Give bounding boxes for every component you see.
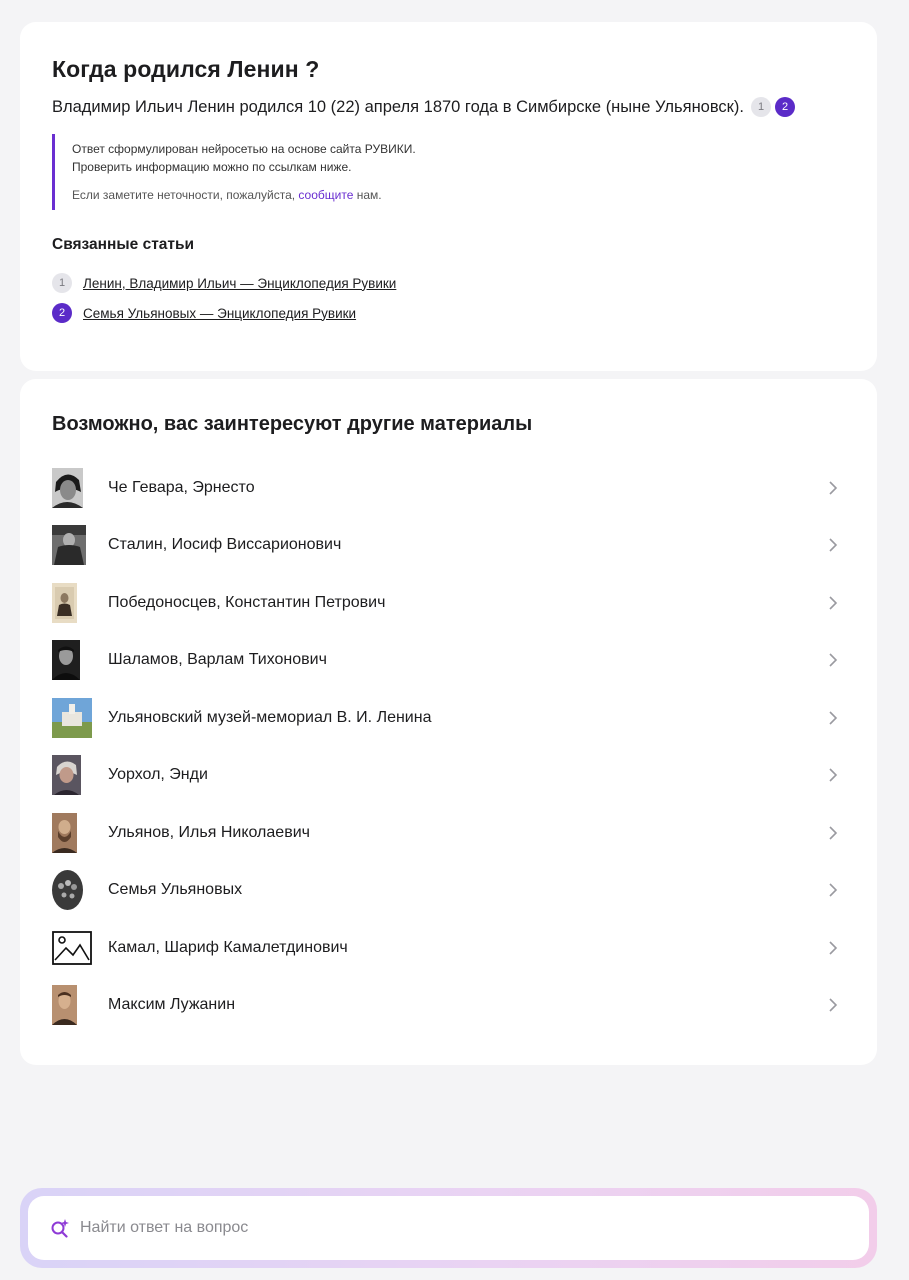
item-label: Шаламов, Варлам Тихонович bbox=[108, 651, 327, 669]
disclaimer-report: Если заметите неточности, пожалуйста, со… bbox=[72, 186, 845, 204]
related-articles-title: Связанные статьи bbox=[52, 236, 195, 253]
item-label: Ульяновский музей-мемориал В. И. Ленина bbox=[108, 708, 432, 726]
answer-card: Когда родился Ленин ? Владимир Ильич Лен… bbox=[20, 22, 877, 371]
ref-badge-2[interactable]: 2 bbox=[775, 97, 795, 117]
item-label: Уорхол, Энди bbox=[108, 766, 208, 784]
chevron-right-icon bbox=[829, 538, 838, 552]
disclaimer-line-2: Проверить информацию можно по ссылкам ни… bbox=[72, 160, 352, 174]
ai-search-icon bbox=[51, 1219, 69, 1238]
more-materials-list: Че Гевара, Эрнесто Сталин, Иосиф Виссари… bbox=[52, 459, 845, 1034]
chevron-right-icon bbox=[829, 883, 838, 897]
list-item[interactable]: Ульянов, Илья Николаевич bbox=[52, 804, 845, 862]
list-item[interactable]: Победоносцев, Константин Петрович bbox=[52, 574, 845, 632]
chevron-right-icon bbox=[829, 768, 838, 782]
item-label: Победоносцев, Константин Петрович bbox=[108, 593, 386, 611]
image-placeholder-icon bbox=[52, 928, 92, 968]
item-label: Семья Ульяновых bbox=[108, 881, 243, 899]
report-suffix: нам. bbox=[353, 188, 382, 202]
list-item[interactable]: Уорхол, Энди bbox=[52, 747, 845, 805]
chevron-right-icon bbox=[829, 941, 838, 955]
item-label: Камал, Шариф Камалетдинович bbox=[108, 938, 348, 956]
related-link-1[interactable]: Ленин, Владимир Ильич — Энциклопедия Рув… bbox=[83, 276, 396, 291]
building-thumbnail bbox=[52, 697, 92, 738]
more-materials-card: Возможно, вас заинтересуют другие матери… bbox=[20, 379, 877, 1065]
list-item[interactable]: Шаламов, Варлам Тихонович bbox=[52, 632, 845, 690]
chevron-right-icon bbox=[829, 481, 838, 495]
item-label: Сталин, Иосиф Виссарионович bbox=[108, 536, 342, 554]
portrait-thumbnail bbox=[52, 525, 92, 566]
chevron-right-icon bbox=[829, 596, 838, 610]
item-label: Максим Лужанин bbox=[108, 996, 236, 1014]
family-photo-thumbnail bbox=[52, 870, 92, 911]
list-item[interactable]: Ульяновский музей-мемориал В. И. Ленина bbox=[52, 689, 845, 747]
chevron-right-icon bbox=[829, 711, 838, 725]
search-box[interactable] bbox=[28, 1196, 869, 1260]
chevron-right-icon bbox=[829, 826, 838, 840]
related-articles-list: 1 Ленин, Владимир Ильич — Энциклопедия Р… bbox=[52, 268, 845, 328]
answer-text: Владимир Ильич Ленин родился 10 (22) апр… bbox=[52, 98, 744, 116]
chevron-right-icon bbox=[829, 998, 838, 1012]
ai-disclaimer: Ответ сформулирован нейросетью на основе… bbox=[52, 134, 845, 210]
report-link[interactable]: сообщите bbox=[298, 188, 353, 202]
item-label: Че Гевара, Эрнесто bbox=[108, 478, 255, 496]
portrait-thumbnail bbox=[52, 467, 92, 508]
list-item[interactable]: Максим Лужанин bbox=[52, 977, 845, 1035]
related-num-2: 2 bbox=[52, 303, 72, 323]
portrait-thumbnail bbox=[52, 582, 92, 623]
question-title: Когда родился Ленин ? bbox=[52, 56, 320, 82]
related-link-2[interactable]: Семья Ульяновых — Энциклопедия Рувики bbox=[83, 306, 356, 321]
list-item[interactable]: Семья Ульяновых bbox=[52, 862, 845, 920]
report-prefix: Если заметите неточности, пожалуйста, bbox=[72, 188, 299, 202]
related-item: 1 Ленин, Владимир Ильич — Энциклопедия Р… bbox=[52, 268, 845, 298]
item-label: Ульянов, Илья Николаевич bbox=[108, 823, 310, 841]
search-bar bbox=[20, 1188, 877, 1268]
related-num-1: 1 bbox=[52, 273, 72, 293]
disclaimer-line-1: Ответ сформулирован нейросетью на основе… bbox=[72, 142, 416, 156]
related-item: 2 Семья Ульяновых — Энциклопедия Рувики bbox=[52, 298, 845, 328]
list-item[interactable]: Сталин, Иосиф Виссарионович bbox=[52, 517, 845, 575]
portrait-thumbnail bbox=[52, 755, 92, 796]
portrait-thumbnail bbox=[52, 812, 92, 853]
list-item[interactable]: Камал, Шариф Камалетдинович bbox=[52, 919, 845, 977]
chevron-right-icon bbox=[829, 653, 838, 667]
ref-badge-1[interactable]: 1 bbox=[751, 97, 771, 117]
portrait-thumbnail bbox=[52, 985, 92, 1026]
more-materials-title: Возможно, вас заинтересуют другие матери… bbox=[52, 413, 533, 435]
list-item[interactable]: Че Гевара, Эрнесто bbox=[52, 459, 845, 517]
answer-text-row: Владимир Ильич Ленин родился 10 (22) апр… bbox=[52, 96, 845, 118]
portrait-thumbnail bbox=[52, 640, 92, 681]
search-input[interactable] bbox=[80, 1219, 780, 1237]
